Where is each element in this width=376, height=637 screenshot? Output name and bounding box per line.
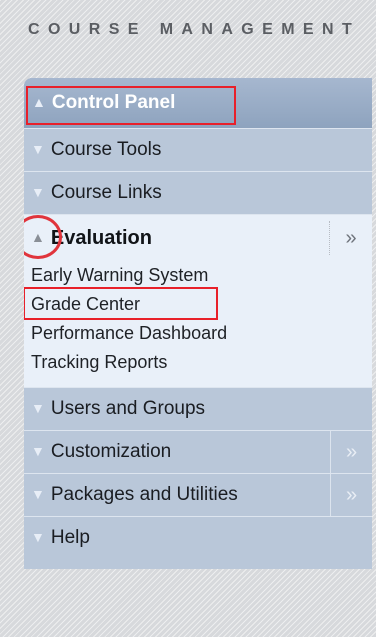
evaluation-section: ▲ Evaluation » Early Warning System Grad… bbox=[24, 214, 372, 387]
menu-item-course-tools[interactable]: ▼ Course Tools bbox=[24, 128, 372, 171]
control-panel-menu: ▲ Control Panel ▼ Course Tools ▼ Course … bbox=[24, 78, 372, 569]
evaluation-title: Evaluation bbox=[50, 226, 152, 249]
menu-item-users-groups[interactable]: ▼ Users and Groups bbox=[24, 387, 372, 430]
chevron-down-double-icon: ▼ bbox=[31, 443, 45, 459]
submenu-item-performance-dashboard[interactable]: Performance Dashboard bbox=[24, 319, 372, 348]
submenu-item-early-warning[interactable]: Early Warning System bbox=[24, 261, 372, 290]
expand-menu-icon[interactable]: » bbox=[329, 221, 372, 255]
menu-item-label: Packages and Utilities bbox=[50, 484, 238, 505]
chevron-down-double-icon: ▼ bbox=[31, 529, 45, 545]
menu-item-help[interactable]: ▼ Help bbox=[24, 516, 372, 559]
chevron-down-double-icon: ▼ bbox=[31, 400, 45, 416]
panel-bottom-padding bbox=[24, 559, 372, 569]
menu-item-label: Course Links bbox=[50, 182, 162, 203]
course-management-heading: COURSE MANAGEMENT bbox=[28, 21, 361, 38]
expand-menu-icon[interactable]: » bbox=[330, 474, 372, 516]
expand-menu-icon[interactable]: » bbox=[330, 431, 372, 473]
menu-item-customization[interactable]: ▼ Customization » bbox=[24, 430, 372, 473]
control-panel-header[interactable]: ▲ Control Panel bbox=[24, 78, 372, 128]
chevron-down-double-icon: ▼ bbox=[31, 486, 45, 502]
menu-item-label: Users and Groups bbox=[50, 398, 206, 419]
submenu-item-tracking-reports[interactable]: Tracking Reports bbox=[24, 348, 372, 377]
menu-item-course-links[interactable]: ▼ Course Links bbox=[24, 171, 372, 214]
highlight-box-control-panel bbox=[26, 86, 236, 125]
submenu-item-grade-center[interactable]: Grade Center bbox=[24, 287, 372, 320]
highlight-circle-collapse bbox=[24, 215, 62, 259]
menu-item-label: Course Tools bbox=[50, 139, 162, 160]
menu-item-label: Help bbox=[50, 527, 90, 548]
menu-item-label: Customization bbox=[50, 441, 172, 462]
menu-item-evaluation[interactable]: ▲ Evaluation » bbox=[24, 215, 372, 261]
highlight-box-grade-center bbox=[24, 287, 218, 320]
chevron-down-double-icon: ▼ bbox=[31, 141, 45, 157]
chevron-down-double-icon: ▼ bbox=[31, 184, 45, 200]
menu-item-packages-utilities[interactable]: ▼ Packages and Utilities » bbox=[24, 473, 372, 516]
